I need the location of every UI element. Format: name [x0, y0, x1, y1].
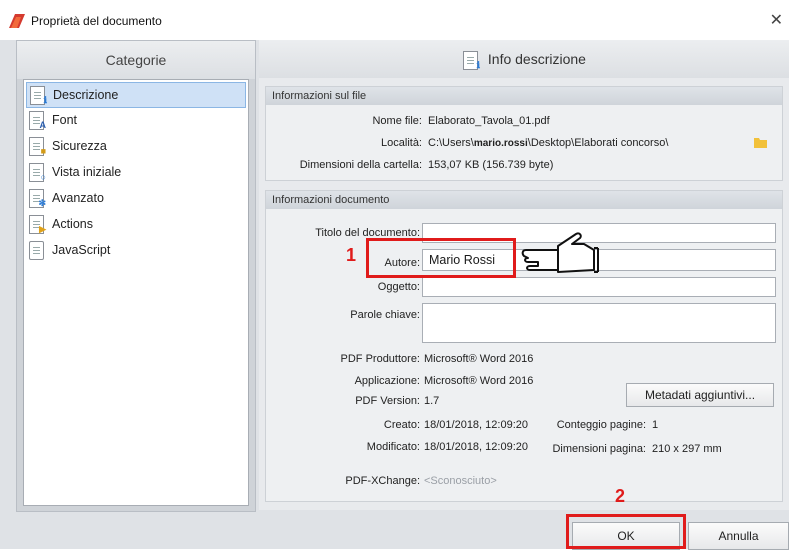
- file-info-group: Informazioni sul file Nome file: Elabora…: [265, 86, 783, 181]
- modified-label: Modificato:: [366, 441, 420, 453]
- categories-panel: Categorie ℹ Descrizione A Font ■ Sicurez…: [16, 40, 256, 512]
- pdf-version-value: 1.7: [424, 395, 440, 407]
- window-title: Proprietà del documento: [31, 14, 162, 28]
- close-icon[interactable]: ✕: [770, 10, 783, 30]
- script-icon: [28, 240, 46, 260]
- category-item-avanzato[interactable]: ✻ Avanzato: [26, 186, 244, 210]
- created-label: Creato:: [383, 419, 420, 431]
- category-label: Sicurezza: [52, 139, 107, 153]
- details-header: ℹ Info descrizione: [259, 40, 789, 78]
- keywords-field-label: Parole chiave:: [350, 309, 420, 321]
- file-name-label: Nome file:: [372, 115, 422, 127]
- page-size-value: 210 x 297 mm: [652, 443, 722, 455]
- cancel-button[interactable]: Annulla: [688, 522, 789, 550]
- category-label: Font: [52, 113, 78, 127]
- modified-value: 18/01/2018, 12:09:20: [424, 441, 528, 453]
- ok-highlight-box: [566, 514, 686, 549]
- category-item-actions[interactable]: ▶ Actions: [26, 212, 244, 236]
- pdf-xchange-label: PDF-XChange:: [345, 475, 420, 487]
- folder-icon[interactable]: [754, 137, 768, 148]
- keywords-field[interactable]: [422, 303, 776, 343]
- page-size-label: Dimensioni pagina:: [552, 443, 646, 455]
- category-item-descrizione[interactable]: ℹ Descrizione: [26, 82, 246, 108]
- category-item-sicurezza[interactable]: ■ Sicurezza: [26, 134, 244, 158]
- category-item-vista-iniziale[interactable]: ○ Vista iniziale: [26, 160, 244, 184]
- categories-list: ℹ Descrizione A Font ■ Sicurezza ○ Vista…: [23, 79, 249, 506]
- doc-info-icon: ℹ: [29, 85, 47, 105]
- step-1-marker: 1: [346, 245, 357, 265]
- doc-arrow-icon: ▶: [28, 214, 46, 234]
- page-count-label: Conteggio pagine:: [556, 419, 646, 431]
- application-value: Microsoft® Word 2016: [424, 375, 534, 387]
- details-header-title: Info descrizione: [487, 51, 586, 67]
- categories-header: Categorie: [17, 41, 255, 79]
- subject-field-label: Oggetto:: [377, 281, 420, 293]
- step-2-marker: 2: [615, 486, 626, 506]
- doc-info-title: Informazioni documento: [266, 191, 782, 209]
- file-info-title: Informazioni sul file: [266, 87, 782, 105]
- app-logo-icon: [9, 14, 25, 28]
- file-name-value: Elaborato_Tavola_01.pdf: [428, 115, 550, 127]
- category-label: Descrizione: [53, 88, 119, 102]
- producer-label: PDF Produttore:: [340, 353, 420, 365]
- producer-value: Microsoft® Word 2016: [424, 353, 534, 365]
- category-label: Actions: [52, 217, 93, 231]
- doc-info-icon: ℹ: [462, 50, 480, 71]
- size-label: Dimensioni della cartella:: [299, 159, 422, 171]
- additional-metadata-button[interactable]: Metadati aggiuntivi...: [626, 383, 774, 407]
- category-item-font[interactable]: A Font: [26, 108, 244, 132]
- dialog-body: Categorie ℹ Descrizione A Font ■ Sicurez…: [0, 40, 789, 550]
- application-label: Applicazione:: [354, 375, 420, 387]
- pdf-version-label: PDF Version:: [355, 395, 420, 407]
- doc-search-icon: ○: [28, 162, 46, 182]
- page-count-value: 1: [652, 419, 659, 431]
- category-item-javascript[interactable]: JavaScript: [26, 238, 244, 262]
- doc-lock-icon: ■: [28, 136, 46, 156]
- doc-gear-icon: ✻: [28, 188, 46, 208]
- location-label: Località:: [381, 137, 422, 149]
- location-value: C:\Users\mario.rossi\Desktop\Elaborati c…: [428, 137, 669, 149]
- pdf-xchange-value: <Sconosciuto>: [424, 475, 497, 487]
- size-value: 153,07 KB (156.739 byte): [428, 159, 554, 171]
- author-highlight-box: [366, 238, 516, 278]
- category-label: Avanzato: [52, 191, 104, 205]
- pointing-hand-icon: [521, 232, 599, 273]
- title-bar: Proprietà del documento ✕: [0, 0, 789, 40]
- created-value: 18/01/2018, 12:09:20: [424, 419, 528, 431]
- category-label: Vista iniziale: [52, 165, 122, 179]
- doc-font-icon: A: [28, 110, 46, 130]
- category-label: JavaScript: [52, 243, 111, 257]
